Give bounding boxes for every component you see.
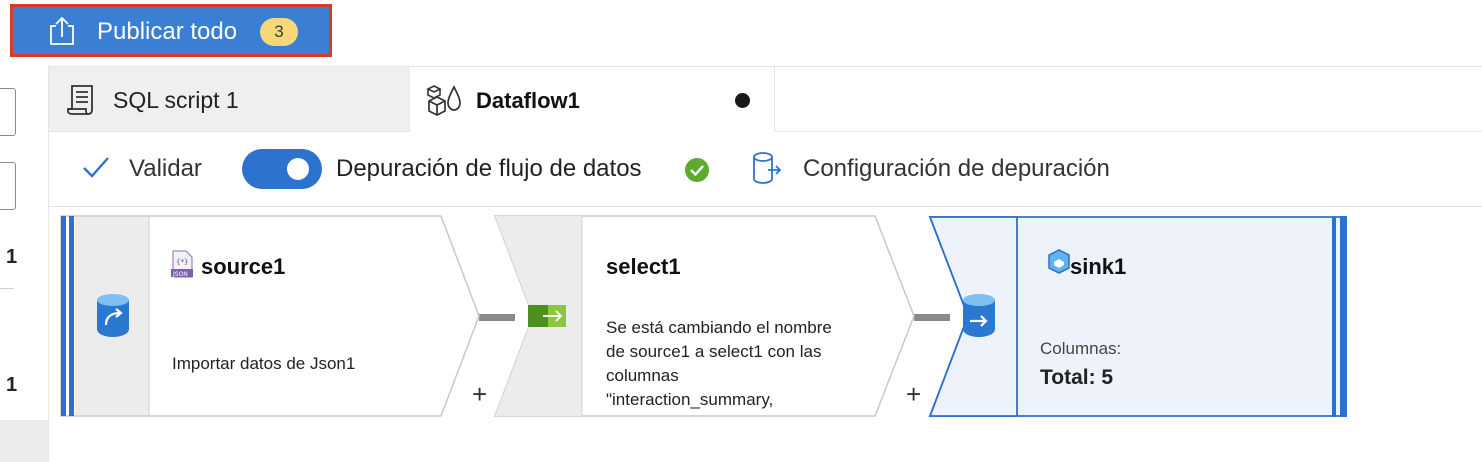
description-line: de source1 a select1 con las <box>606 342 822 361</box>
source-node-title: source1 <box>201 254 286 279</box>
add-transformation-button[interactable]: + <box>906 379 921 409</box>
debug-settings-icon <box>753 152 782 184</box>
checkmark-icon <box>83 157 109 178</box>
dataflow-icon <box>426 85 461 116</box>
data-flow-debug-label: Depuración de flujo de datos <box>336 155 642 182</box>
description-line: columnas <box>606 366 679 385</box>
add-transformation-button[interactable]: + <box>472 379 487 409</box>
publish-all-label: Publicar todo <box>97 18 238 45</box>
source-node-description: Importar datos de Json1 <box>172 354 356 373</box>
sink-database-icon <box>963 294 995 337</box>
tab-label: SQL script 1 <box>113 87 239 113</box>
connector-source-select <box>479 314 515 321</box>
dataflow-toolbar: Validar Depuración de flujo de datos Con… <box>49 132 1482 207</box>
rail-number: 1 <box>6 374 18 396</box>
sink-columns-label: Columnas: <box>1040 339 1122 358</box>
tab-dataflow1[interactable]: Dataflow1 <box>410 67 775 132</box>
select-transform-icon <box>528 305 566 327</box>
tab-sql-script-1[interactable]: SQL script 1 <box>49 67 410 131</box>
rail-item-box[interactable] <box>0 162 16 210</box>
rail-footer <box>0 420 48 462</box>
pending-changes-badge: 3 <box>260 18 298 46</box>
unsaved-indicator <box>735 93 750 108</box>
rail-number: 1 <box>6 246 18 268</box>
top-command-bar: Publicar todo 3 <box>0 0 1482 67</box>
success-check-icon <box>685 158 709 182</box>
json-file-icon: {*} JSON <box>171 250 193 278</box>
script-icon <box>67 85 93 115</box>
sink-columns-total: Total: 5 <box>1040 366 1114 389</box>
data-flow-debug-toggle[interactable] <box>242 149 322 189</box>
left-rail: 1 1 <box>0 66 49 462</box>
rail-item-box[interactable] <box>0 88 16 136</box>
select-node-title: select1 <box>606 254 681 279</box>
source-database-icon <box>97 294 129 337</box>
connector-select-sink <box>914 314 950 321</box>
publish-all-button[interactable]: Publicar todo 3 <box>10 4 332 57</box>
rail-divider <box>0 288 14 289</box>
publish-icon <box>50 16 74 45</box>
dataflow-canvas: {*} JSON + + source1 Importar datos de J… <box>49 207 1482 462</box>
validate-button[interactable]: Validar <box>129 155 202 183</box>
debug-settings-button[interactable]: Configuración de depuración <box>803 155 1110 183</box>
sink-icon <box>1048 249 1070 274</box>
description-line: Se está cambiando el nombre <box>606 318 832 337</box>
description-line: "interaction_summary, <box>606 390 774 409</box>
svg-text:{*}: {*} <box>176 258 188 266</box>
sink-node-title: sink1 <box>1070 254 1127 279</box>
svg-text:JSON: JSON <box>172 271 188 278</box>
toggle-knob <box>287 158 309 180</box>
tab-label: Dataflow1 <box>476 88 580 113</box>
select-node-description: Se está cambiando el nombre de source1 a… <box>606 316 886 415</box>
editor-tabs: SQL script 1 Dataflow1 <box>49 67 1482 132</box>
